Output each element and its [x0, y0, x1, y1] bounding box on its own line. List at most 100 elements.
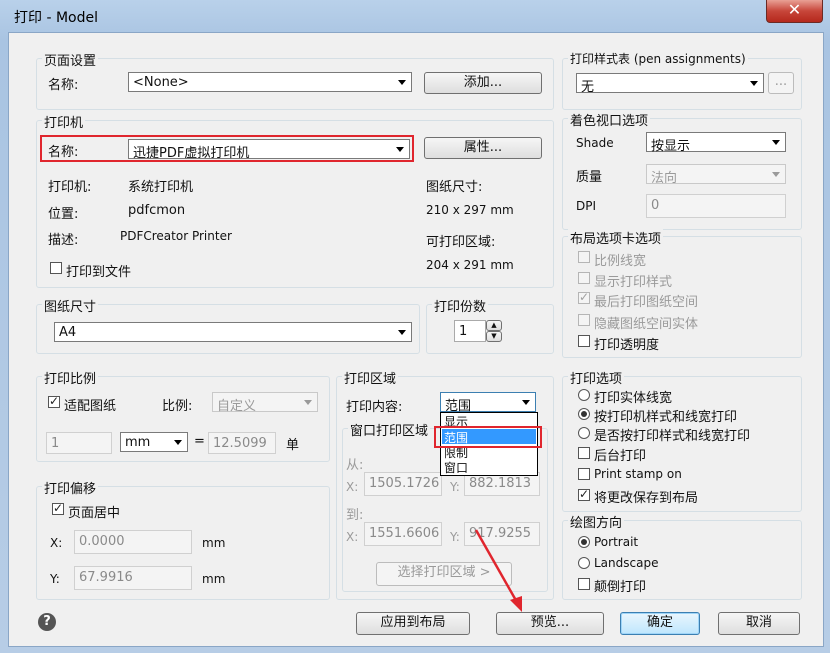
copies-value: 1: [459, 324, 468, 339]
option-window[interactable]: 窗口: [444, 459, 468, 476]
chevron-down-icon: [398, 330, 406, 335]
cancel-button[interactable]: 取消: [718, 612, 800, 635]
background-plot-label: 后台打印: [594, 449, 647, 464]
where-value: pdfcmon: [128, 203, 186, 218]
ok-button[interactable]: 确定: [620, 612, 700, 635]
title-bar[interactable]: 打印 - Model: [0, 0, 830, 32]
transparency-label: 打印透明度: [594, 338, 660, 353]
plot-styles-label: 显示打印样式: [594, 275, 673, 290]
plot-style-select[interactable]: 无: [576, 73, 764, 95]
plot-lineweights-radio[interactable]: [578, 389, 590, 401]
shaded-viewport-title: 着色视口选项: [568, 110, 651, 129]
lineweights-checkbox[interactable]: [578, 251, 590, 263]
offset-x-value: 0.0000: [79, 534, 125, 549]
plot-style-lineweight-radio[interactable]: [578, 427, 590, 439]
chevron-down-icon: [396, 147, 404, 152]
offset-y-input[interactable]: 67.9916: [74, 566, 192, 590]
background-plot-checkbox[interactable]: [578, 447, 590, 459]
copies-down-icon[interactable]: ▼: [486, 331, 502, 342]
page-setup-name-select[interactable]: <None>: [128, 72, 412, 92]
apply-to-layout-button[interactable]: 应用到布局: [356, 612, 470, 635]
close-button[interactable]: ✕: [766, 0, 823, 23]
scale-select[interactable]: 自定义: [212, 392, 318, 414]
paper-size-select[interactable]: A4: [54, 322, 412, 342]
add-page-setup-button[interactable]: 添加...: [424, 72, 542, 94]
plot-scale-title: 打印比例: [42, 368, 99, 387]
fit-to-paper-checkbox[interactable]: [48, 394, 60, 408]
save-changes-checkbox[interactable]: [578, 487, 590, 501]
copies-title: 打印份数: [432, 296, 489, 315]
fit-to-paper-label: 适配图纸: [64, 399, 117, 414]
to-x-label: X:: [346, 530, 359, 544]
edit-plot-style-button[interactable]: ...: [768, 72, 794, 94]
extents-highlight: [434, 426, 542, 448]
plot-stamp-label: Print stamp on: [594, 467, 682, 481]
landscape-radio[interactable]: [578, 557, 590, 569]
dpi-value: 0: [651, 198, 660, 213]
offset-x-input[interactable]: 0.0000: [74, 530, 192, 554]
plot-styles-checkbox[interactable]: [578, 272, 590, 284]
plot-stamp-checkbox[interactable]: [578, 468, 590, 480]
paper-size-info-label: 图纸尺寸:: [426, 180, 483, 195]
what-to-plot-select[interactable]: 范围: [440, 392, 536, 414]
chevron-down-icon: [772, 172, 780, 177]
plotter-label: 打印机:: [48, 180, 92, 195]
page-setup-name-label: 名称:: [48, 78, 79, 93]
offset-y-label: Y:: [50, 572, 60, 586]
save-changes-label: 将更改保存到布局: [594, 491, 699, 506]
printer-name-select[interactable]: 迅捷PDF虚拟打印机: [128, 139, 410, 161]
shade-label: Shade: [576, 136, 614, 150]
paper-size-title: 图纸尺寸: [42, 296, 99, 315]
from-x-input[interactable]: 1505.1726: [364, 472, 442, 496]
chevron-down-icon: [522, 400, 530, 405]
to-x-value: 1551.6606: [369, 526, 440, 541]
scale-value: 自定义: [217, 399, 257, 414]
equals-sign: =: [194, 434, 205, 449]
to-label: 到:: [346, 508, 364, 523]
from-x-value: 1505.1726: [369, 476, 440, 491]
portrait-radio[interactable]: [578, 536, 590, 548]
plotter-value: 系统打印机: [128, 180, 194, 195]
scale-paper-units-input[interactable]: 1: [46, 432, 112, 454]
from-y-value: 882.1813: [469, 476, 532, 491]
plot-with-styles-radio[interactable]: [578, 408, 590, 420]
plot-options-title: 打印选项: [568, 368, 625, 387]
scale-val1: 1: [51, 436, 60, 451]
printer-properties-button[interactable]: 属性...: [424, 137, 542, 159]
orientation-title: 绘图方向: [568, 512, 625, 531]
shade-select[interactable]: 按显示: [646, 132, 786, 154]
landscape-label: Landscape: [594, 556, 659, 570]
plot-with-styles-label: 按打印机样式和线宽打印: [594, 410, 738, 425]
offset-x-unit: mm: [202, 536, 226, 550]
chevron-down-icon: [750, 81, 758, 86]
scale-drawing-units-input[interactable]: 12.5099: [208, 432, 276, 454]
chevron-down-icon: [398, 80, 406, 85]
chevron-down-icon: [772, 140, 780, 145]
to-x-input[interactable]: 1551.6606: [364, 522, 442, 546]
quality-select[interactable]: 法向: [646, 164, 786, 186]
center-plot-label: 页面居中: [68, 506, 121, 521]
plot-style-value: 无: [581, 80, 595, 95]
paper-size-info-value: 210 x 297 mm: [426, 203, 514, 217]
help-icon[interactable]: ?: [38, 613, 56, 631]
scale-unit-select[interactable]: mm: [120, 432, 188, 452]
paperspace-last-checkbox[interactable]: [578, 290, 590, 304]
transparency-checkbox[interactable]: [578, 335, 590, 347]
upside-down-checkbox[interactable]: [578, 578, 590, 590]
plot-style-title: 打印样式表 (pen assignments): [568, 50, 748, 67]
chevron-down-icon: [304, 400, 312, 405]
window-area-title: 窗口打印区域: [348, 420, 431, 439]
print-to-file-checkbox[interactable]: [50, 262, 62, 274]
dpi-input[interactable]: 0: [646, 194, 786, 218]
copies-up-icon[interactable]: ▲: [486, 320, 502, 331]
offset-y-unit: mm: [202, 572, 226, 586]
what-to-plot-label: 打印内容:: [346, 400, 403, 415]
printer-name-value: 迅捷PDF虚拟打印机: [133, 146, 250, 161]
center-plot-checkbox[interactable]: [52, 501, 64, 515]
printable-area-label: 可打印区域:: [426, 235, 496, 250]
hide-paperspace-checkbox[interactable]: [578, 314, 590, 326]
lineweights-label: 比例线宽: [594, 254, 647, 269]
scale-val2: 12.5099: [213, 436, 267, 451]
copies-input[interactable]: 1: [454, 320, 486, 342]
portrait-label: Portrait: [594, 535, 639, 549]
